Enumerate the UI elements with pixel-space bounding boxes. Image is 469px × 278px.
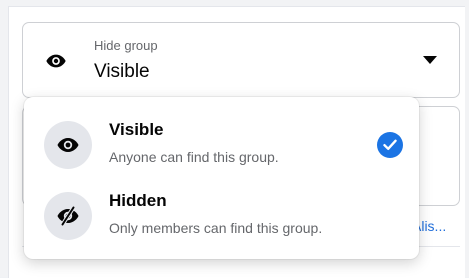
option-description: Anyone can find this group. xyxy=(109,149,279,165)
checkmark-icon xyxy=(377,132,403,158)
select-label: Hide group xyxy=(94,38,158,53)
privacy-dropdown-menu: Visible Anyone can find this group. Hidd… xyxy=(24,97,419,259)
option-title: Hidden xyxy=(109,191,167,210)
option-description: Only members can find this group. xyxy=(109,220,323,236)
caret-down-icon xyxy=(423,56,437,64)
option-visible[interactable]: Visible Anyone can find this group. xyxy=(32,109,411,177)
page-background: Alis... Hide group Visible Visible Anyon… xyxy=(0,0,469,278)
select-value: Visible xyxy=(94,61,150,82)
eye-icon xyxy=(45,50,67,72)
option-hidden[interactable]: Hidden Only members can find this group. xyxy=(32,180,411,248)
option-title: Visible xyxy=(109,120,164,139)
eye-icon xyxy=(44,121,92,169)
hide-group-select[interactable]: Hide group Visible xyxy=(22,22,460,98)
eye-slash-icon xyxy=(44,192,92,240)
